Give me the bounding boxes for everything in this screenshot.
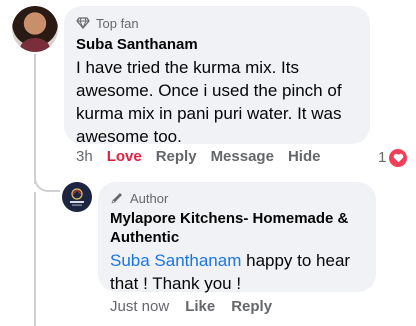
avatar[interactable]	[12, 6, 58, 52]
comment-actions: 3h Love Reply Message Hide	[76, 148, 320, 166]
diamond-icon	[76, 16, 90, 30]
reply-button[interactable]: Reply	[156, 148, 197, 166]
thread-line	[34, 54, 36, 184]
comment-timestamp[interactable]: 3h	[76, 148, 93, 166]
reply-actions: Just now Like Reply	[110, 298, 272, 316]
like-button[interactable]: Like	[185, 298, 215, 316]
reaction-summary[interactable]: 1	[378, 148, 409, 168]
reply-author[interactable]: Mylapore Kitchens- Homemade & Authentic	[110, 209, 364, 247]
pen-icon	[110, 191, 124, 205]
top-fan-badge[interactable]: Top fan	[76, 15, 358, 31]
page-avatar[interactable]	[62, 182, 92, 212]
hide-button[interactable]: Hide	[288, 148, 321, 166]
comment-author[interactable]: Suba Santhanam	[76, 35, 358, 55]
reply-text: Suba Santhanam happy to hear that ! Than…	[110, 249, 364, 295]
message-button[interactable]: Message	[211, 148, 274, 166]
page-logo-icon	[70, 188, 84, 206]
thread-line-tail	[34, 192, 36, 326]
thread-connector	[34, 170, 60, 192]
author-badge[interactable]: Author	[110, 190, 364, 206]
badge-label: Author	[130, 190, 169, 206]
reply-timestamp[interactable]: Just now	[110, 298, 169, 316]
comment-bubble: Top fan Suba Santhanam I have tried the …	[64, 6, 370, 146]
mention-link[interactable]: Suba Santhanam	[110, 251, 241, 270]
heart-icon	[388, 148, 409, 168]
badge-label: Top fan	[96, 15, 139, 31]
comment-text: I have tried the kurma mix. Its awesome.…	[76, 58, 347, 146]
love-button[interactable]: Love	[107, 148, 142, 166]
reply-button[interactable]: Reply	[231, 298, 272, 316]
avatar-shoulders	[20, 38, 50, 52]
reaction-count: 1	[378, 149, 387, 166]
reply-bubble: Author Mylapore Kitchens- Homemade & Aut…	[98, 182, 376, 295]
